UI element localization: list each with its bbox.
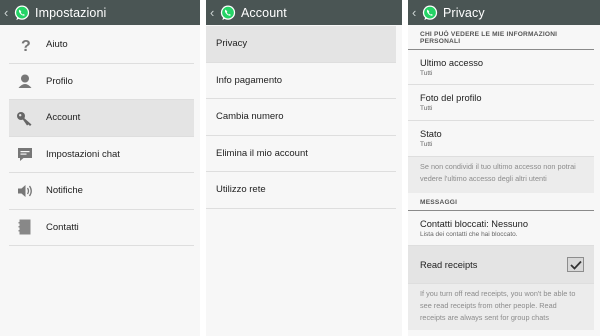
read-receipts-checkbox[interactable]: [567, 257, 584, 272]
whatsapp-logo-icon[interactable]: [13, 4, 31, 22]
blocked-contacts-subtitle: Lista dei contatti che hai bloccato.: [420, 230, 518, 238]
settings-item-chat-settings[interactable]: Impostazioni chat: [9, 137, 194, 173]
settings-panel: ‹ Impostazioni ? Aiuto Profilo Account I…: [0, 0, 200, 336]
settings-item-label: Contatti: [46, 221, 79, 233]
settings-item-account[interactable]: Account: [9, 100, 194, 137]
account-title: Account: [241, 5, 287, 20]
question-icon: ?: [15, 35, 35, 55]
messages-section-header: MESSAGGI: [408, 193, 594, 211]
account-menu: Privacy Info pagamento Cambia numero Eli…: [206, 25, 402, 209]
settings-app-bar: ‹ Impostazioni: [0, 0, 200, 25]
account-item-delete-account[interactable]: Elimina il mio account: [206, 136, 396, 172]
privacy-app-bar: ‹ Privacy: [408, 0, 600, 25]
settings-item-profile[interactable]: Profilo: [9, 64, 194, 100]
account-item-change-number[interactable]: Cambia numero: [206, 99, 396, 136]
blocked-contacts-title: Contatti bloccati: Nessuno: [420, 218, 529, 229]
settings-item-label: Notifiche: [46, 185, 83, 197]
chat-icon: [15, 144, 35, 164]
settings-menu: ? Aiuto Profilo Account Impostazioni cha…: [0, 25, 200, 246]
key-icon: [15, 108, 35, 128]
account-item-privacy[interactable]: Privacy: [206, 26, 396, 63]
checkmark-icon: [569, 260, 582, 270]
last-seen-value: Tutti: [420, 69, 433, 77]
last-seen-note: Se non condividi il tuo ultimo accesso n…: [408, 157, 594, 193]
read-receipts-title: Read receipts: [420, 259, 478, 270]
last-seen-setting[interactable]: Ultimo accesso Tutti: [408, 50, 594, 85]
account-app-bar: ‹ Account: [206, 0, 402, 25]
profile-photo-title: Foto del profilo: [420, 93, 482, 103]
whatsapp-logo-icon[interactable]: [219, 4, 237, 22]
settings-item-label: Aiuto: [46, 39, 68, 51]
status-value: Tutti: [420, 141, 433, 148]
account-item-network-usage[interactable]: Utilizzo rete: [206, 172, 396, 209]
privacy-title: Privacy: [443, 5, 485, 20]
back-arrow-icon[interactable]: ‹: [4, 0, 12, 25]
personal-info-section-header: CHI PUÒ VEDERE LE MIE INFORMAZIONI PERSO…: [408, 25, 594, 50]
read-receipts-setting[interactable]: Read receipts: [408, 246, 594, 284]
settings-title: Impostazioni: [35, 5, 107, 20]
settings-item-label: Profilo: [46, 75, 73, 87]
profile-photo-value: Tutti: [420, 105, 433, 112]
settings-item-contacts[interactable]: Contatti: [9, 210, 194, 246]
last-seen-title: Ultimo accesso: [420, 57, 484, 68]
read-receipts-note: If you turn off read receipts, you won't…: [408, 284, 594, 330]
back-arrow-icon[interactable]: ‹: [210, 0, 218, 25]
settings-item-label: Impostazioni chat: [46, 148, 120, 160]
back-arrow-icon[interactable]: ‹: [412, 0, 420, 25]
blocked-contacts-setting[interactable]: Contatti bloccati: Nessuno Lista dei con…: [408, 211, 594, 246]
whatsapp-logo-icon[interactable]: [421, 4, 439, 22]
status-setting[interactable]: Stato Tutti: [408, 121, 594, 157]
settings-item-help[interactable]: ? Aiuto: [9, 27, 194, 64]
settings-item-notifications[interactable]: Notifiche: [9, 173, 194, 210]
speaker-icon: [15, 181, 35, 201]
status-title: Stato: [420, 129, 442, 139]
contacts-icon: [15, 217, 35, 237]
privacy-panel: ‹ Privacy CHI PUÒ VEDERE LE MIE INFORMAZ…: [408, 0, 600, 336]
profile-photo-setting[interactable]: Foto del profilo Tutti: [408, 85, 594, 121]
account-panel: ‹ Account Privacy Info pagamento Cambia …: [206, 0, 402, 336]
profile-icon: [15, 71, 35, 91]
account-item-payment-info[interactable]: Info pagamento: [206, 63, 396, 99]
svg-text:?: ?: [21, 38, 31, 53]
settings-item-label: Account: [46, 112, 81, 124]
